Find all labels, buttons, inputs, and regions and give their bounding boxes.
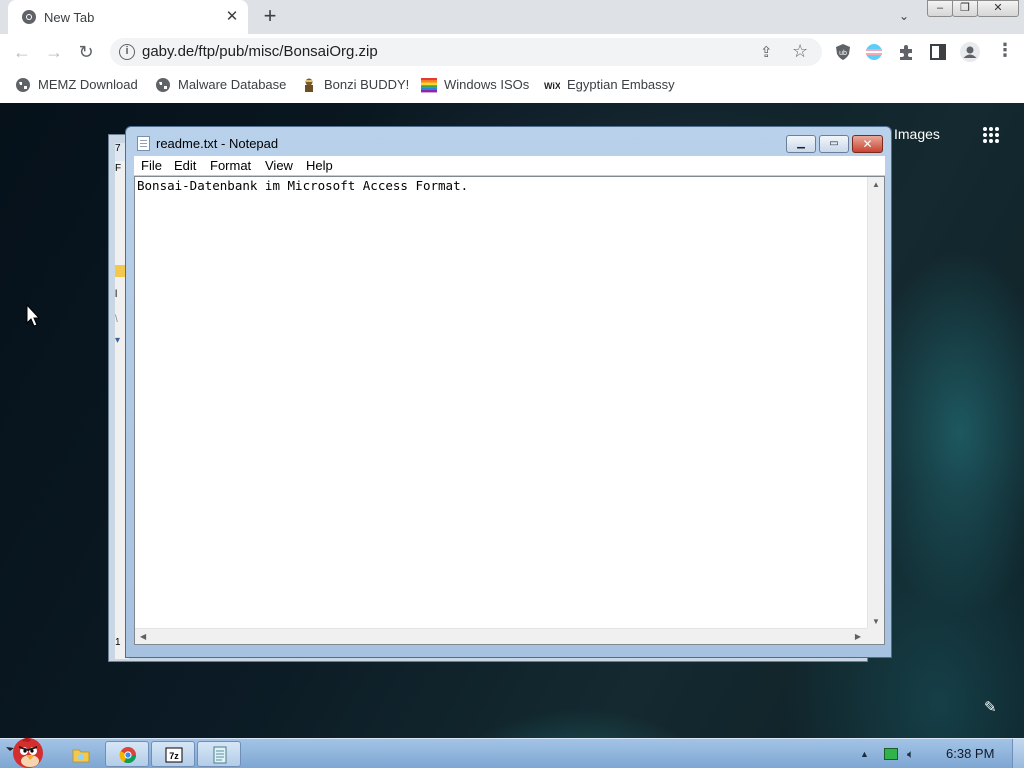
menu-file[interactable]: File xyxy=(141,158,162,173)
flag-icon[interactable] xyxy=(865,43,883,61)
browser-toolbar: ← → ↻ i gaby.de/ftp/pub/misc/BonsaiOrg.z… xyxy=(0,34,1024,70)
address-url[interactable]: gaby.de/ftp/pub/misc/BonsaiOrg.zip xyxy=(142,43,378,60)
new-tab-button[interactable]: + xyxy=(258,5,282,29)
bookmark-label: Egyptian Embassy xyxy=(567,77,675,92)
svg-text:7z: 7z xyxy=(169,751,179,761)
volume-icon[interactable]: 🔈︎ xyxy=(907,747,923,761)
7zip-icon: 7z xyxy=(165,747,183,763)
puzzle-icon[interactable] xyxy=(897,43,915,61)
tab-search-icon[interactable]: ⌄ xyxy=(894,9,914,25)
chrome-icon xyxy=(22,10,36,24)
bookmarks-bar: MEMZ Download Malware Database Bonzi BUD… xyxy=(0,70,1024,100)
ublock-icon[interactable]: ub xyxy=(834,43,852,61)
network-icon[interactable] xyxy=(884,748,898,760)
show-hidden-icons-icon[interactable]: ▲ xyxy=(860,749,869,759)
taskbar-7zip[interactable]: 7z xyxy=(151,741,195,767)
menu-bar: File Edit Format View Help xyxy=(134,156,885,175)
show-desktop-button[interactable] xyxy=(1012,739,1024,768)
menu-help[interactable]: Help xyxy=(306,158,333,173)
notepad-window[interactable]: readme.txt - Notepad ▁ ▭ ✕ File Edit For… xyxy=(125,126,892,658)
resize-grip-icon[interactable] xyxy=(867,628,884,644)
tab-title: New Tab xyxy=(44,10,95,25)
notepad-icon xyxy=(137,136,150,151)
share-icon[interactable]: ⇪ xyxy=(760,43,773,61)
globe-icon xyxy=(156,78,170,92)
svg-text:ub: ub xyxy=(839,50,847,57)
taskbar: 7z ▲ 🔈︎ 6:38 PM xyxy=(0,737,1024,768)
forward-button[interactable]: → xyxy=(42,41,66,63)
minimize-button[interactable]: ▁ xyxy=(786,135,816,153)
close-button[interactable]: ✕ xyxy=(852,135,883,153)
menu-view[interactable]: View xyxy=(265,158,293,173)
maximize-button[interactable]: ❐ xyxy=(952,0,978,17)
bookmark-malware-database[interactable]: Malware Database xyxy=(155,76,287,94)
reload-button[interactable]: ↻ xyxy=(74,41,98,63)
bonzi-icon xyxy=(305,78,313,92)
browser-chrome: New Tab ✕ + ⌄ – ❐ ✕ ← → ↻ i gaby.de/ftp/… xyxy=(0,0,1024,103)
taskbar-chrome[interactable] xyxy=(105,741,149,767)
bookmark-star-icon[interactable]: ☆ xyxy=(792,41,808,62)
document-text[interactable]: Bonsai-Datenbank im Microsoft Access For… xyxy=(137,178,468,193)
scroll-down-icon[interactable]: ▼ xyxy=(872,617,880,626)
taskbar-explorer[interactable] xyxy=(58,741,102,767)
text-editor[interactable]: Bonsai-Datenbank im Microsoft Access For… xyxy=(134,176,885,645)
browser-menu-icon[interactable]: ⋮ xyxy=(996,40,1014,61)
tab-new-tab[interactable]: New Tab ✕ xyxy=(8,0,248,34)
bookmark-bonzi-buddy[interactable]: Bonzi BUDDY! xyxy=(301,76,409,94)
tab-close-icon[interactable]: ✕ xyxy=(223,8,241,26)
svg-text:WiX: WiX xyxy=(544,81,560,91)
taskbar-clock[interactable]: 6:38 PM xyxy=(946,746,994,761)
images-link[interactable]: Images xyxy=(894,126,940,142)
vertical-scrollbar[interactable]: ▲ ▼ xyxy=(867,177,884,629)
bookmark-label: Malware Database xyxy=(178,77,287,92)
mouse-cursor-icon xyxy=(26,304,40,327)
scroll-up-icon[interactable]: ▲ xyxy=(872,180,880,189)
bookmark-memz[interactable]: MEMZ Download xyxy=(15,76,140,94)
menu-format[interactable]: Format xyxy=(210,158,251,173)
window-controls: – ❐ ✕ xyxy=(927,0,1019,18)
scroll-right-icon[interactable]: ▶ xyxy=(855,632,861,641)
wix-icon: WiX xyxy=(544,81,560,91)
window-title: readme.txt - Notepad xyxy=(156,136,279,151)
sidepanel-icon[interactable] xyxy=(929,43,947,61)
taskbar-notepad[interactable] xyxy=(197,741,241,767)
back-button[interactable]: ← xyxy=(10,41,34,63)
horizontal-scrollbar[interactable]: ◀ ▶ xyxy=(135,628,867,644)
tab-strip: New Tab ✕ + ⌄ – ❐ ✕ xyxy=(0,0,1024,34)
site-info-icon[interactable]: i xyxy=(119,44,135,60)
bookmark-label: Windows ISOs xyxy=(444,77,530,92)
apps-grid-icon[interactable] xyxy=(982,126,1000,144)
notepad-icon xyxy=(213,746,227,764)
menu-edit[interactable]: Edit xyxy=(174,158,196,173)
chrome-icon xyxy=(119,747,137,764)
maximize-button[interactable]: ▭ xyxy=(819,135,849,153)
scroll-left-icon[interactable]: ◀ xyxy=(140,632,146,641)
bookmark-label: Bonzi BUDDY! xyxy=(324,77,410,92)
address-bar[interactable]: i gaby.de/ftp/pub/misc/BonsaiOrg.zip ⇪ ☆ xyxy=(110,38,822,66)
bookmark-label: MEMZ Download xyxy=(38,77,138,92)
bookmark-windows-isos[interactable]: Windows ISOs xyxy=(421,76,531,94)
close-button[interactable]: ✕ xyxy=(977,0,1019,17)
windows-flag-icon xyxy=(421,78,437,93)
globe-icon xyxy=(16,78,30,92)
folder-icon xyxy=(72,749,90,763)
bookmark-egyptian-embassy[interactable]: WiX Egyptian Embassy xyxy=(544,76,675,94)
profile-icon[interactable] xyxy=(960,42,980,62)
customize-pencil-icon[interactable]: ✎ xyxy=(984,698,1000,716)
angry-bird-start-icon[interactable] xyxy=(4,733,48,768)
minimize-button[interactable]: – xyxy=(927,0,953,17)
